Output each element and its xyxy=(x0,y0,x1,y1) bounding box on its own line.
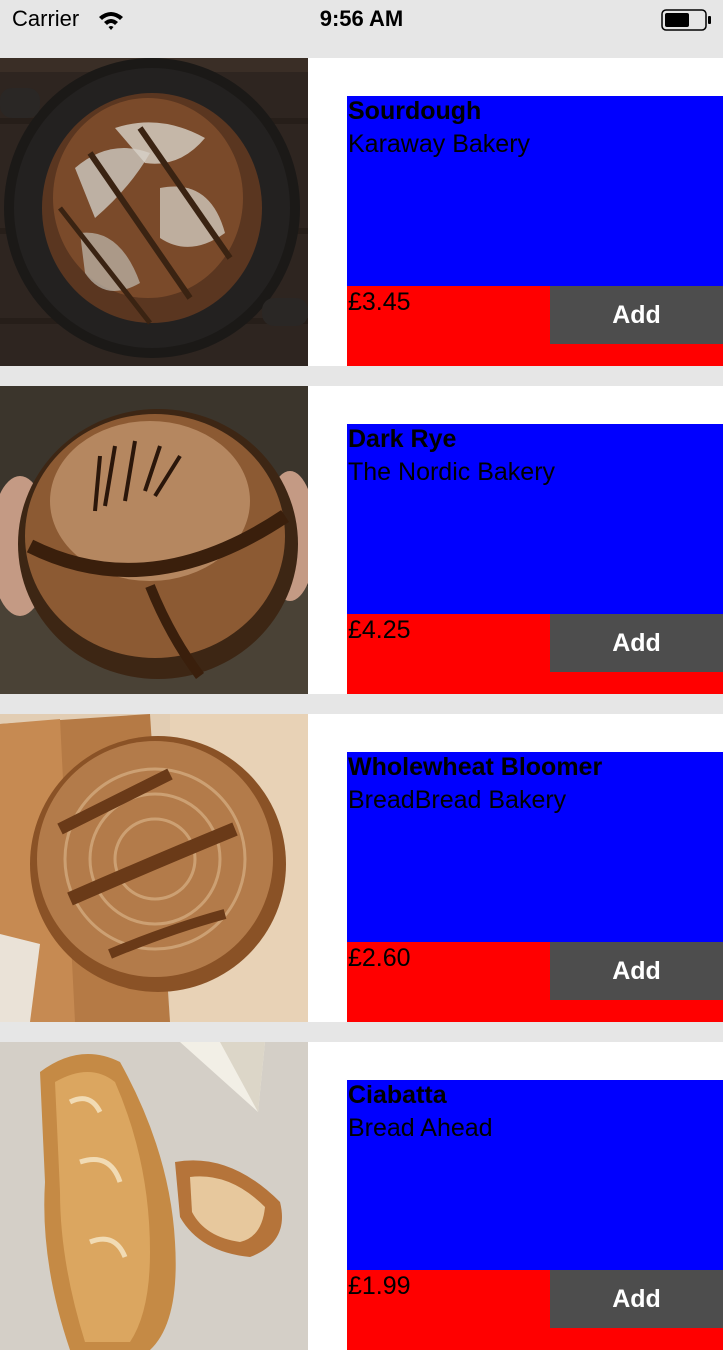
add-button[interactable]: Add xyxy=(550,942,723,1000)
product-info: Sourdough Karaway Bakery £3.45 Add xyxy=(347,96,723,366)
list-item: Wholewheat Bloomer BreadBread Bakery £2.… xyxy=(0,714,723,1022)
product-info: Ciabatta Bread Ahead £1.99 Add xyxy=(347,1080,723,1350)
status-time: 9:56 AM xyxy=(319,6,404,31)
product-name: Wholewheat Bloomer xyxy=(348,753,603,781)
bakery-name: Bread Ahead xyxy=(348,1114,493,1142)
bakery-name: The Nordic Bakery xyxy=(348,458,556,486)
product-name: Ciabatta xyxy=(348,1081,447,1109)
list-item: Sourdough Karaway Bakery £3.45 Add xyxy=(0,58,723,366)
ciabatta-photo xyxy=(0,1042,308,1350)
product-price: £2.60 xyxy=(348,944,411,972)
dark-rye-photo xyxy=(0,386,308,694)
product-info-header: Sourdough Karaway Bakery xyxy=(347,96,723,286)
status-bar: Carrier 9:56 AM xyxy=(0,0,723,58)
product-info-footer: £1.99 Add xyxy=(347,1270,723,1350)
product-price: £1.99 xyxy=(348,1272,411,1300)
battery-icon xyxy=(661,9,711,31)
product-name: Dark Rye xyxy=(348,425,457,453)
product-info-footer: £2.60 Add xyxy=(347,942,723,1022)
product-info: Wholewheat Bloomer BreadBread Bakery £2.… xyxy=(347,752,723,1022)
product-info-footer: £3.45 Add xyxy=(347,286,723,366)
product-info-header: Wholewheat Bloomer BreadBread Bakery xyxy=(347,752,723,942)
product-info-header: Ciabatta Bread Ahead xyxy=(347,1080,723,1270)
list-item: Dark Rye The Nordic Bakery £4.25 Add xyxy=(0,386,723,694)
product-price: £3.45 xyxy=(348,288,411,316)
add-button[interactable]: Add xyxy=(550,1270,723,1328)
product-price: £4.25 xyxy=(348,616,411,644)
bakery-name: BreadBread Bakery xyxy=(348,786,567,814)
product-name: Sourdough xyxy=(348,97,482,125)
sourdough-photo xyxy=(0,58,308,366)
product-info-header: Dark Rye The Nordic Bakery xyxy=(347,424,723,614)
add-button[interactable]: Add xyxy=(550,286,723,344)
add-button[interactable]: Add xyxy=(550,614,723,672)
list-item: Ciabatta Bread Ahead £1.99 Add xyxy=(0,1042,723,1350)
product-info-footer: £4.25 Add xyxy=(347,614,723,694)
wholewheat-bloomer-photo xyxy=(0,714,308,1022)
bakery-name: Karaway Bakery xyxy=(348,130,531,158)
product-info: Dark Rye The Nordic Bakery £4.25 Add xyxy=(347,424,723,694)
